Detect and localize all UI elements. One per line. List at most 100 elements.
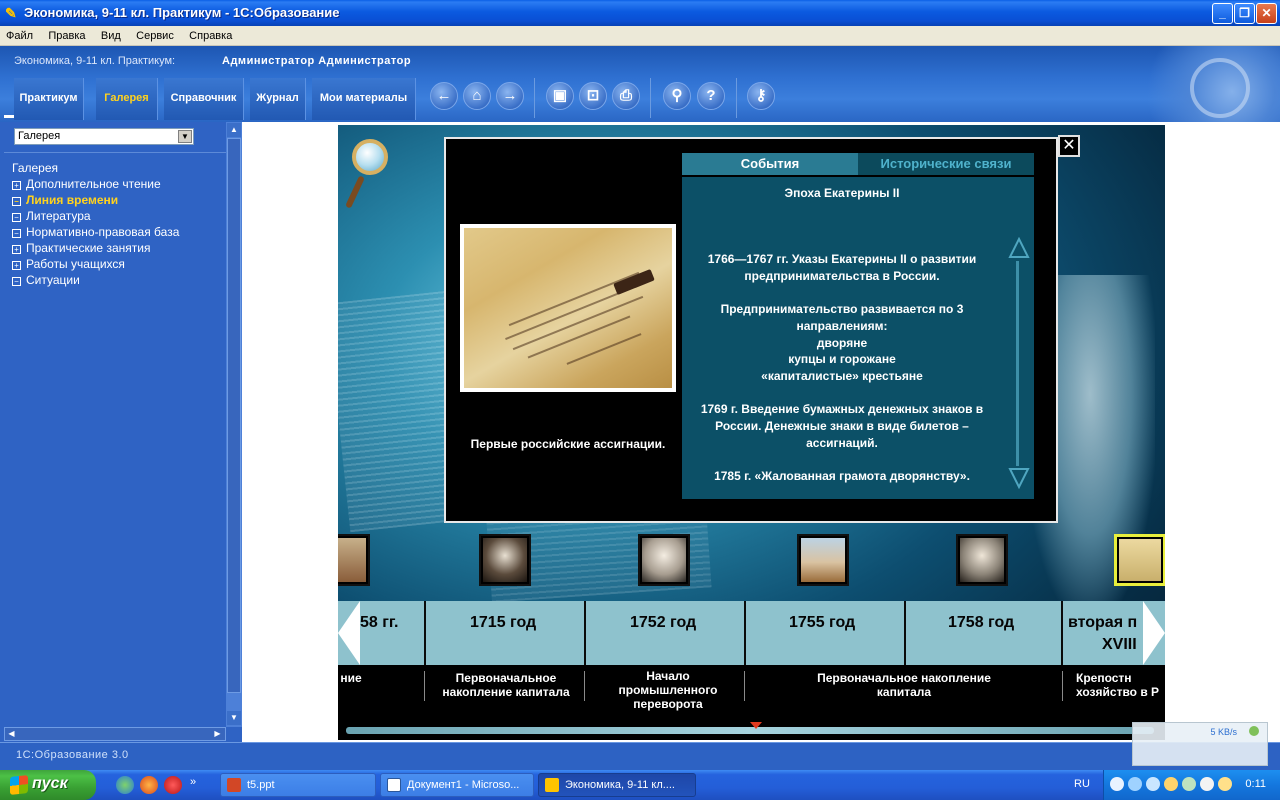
status-bar: 1С:Образование 3.0 xyxy=(0,742,1280,770)
event-text: 1769 г. Введение бумажных денежных знако… xyxy=(700,402,984,450)
taskbar-item-ppt[interactable]: t5.ppt xyxy=(220,773,376,797)
clock[interactable]: 0:11 xyxy=(1245,778,1266,790)
minimize-button[interactable]: _ xyxy=(1212,3,1233,24)
tree-item-legal-base[interactable]: − Нормативно-правовая база xyxy=(12,225,222,241)
scroll-track[interactable] xyxy=(1016,261,1019,466)
scroll-left-icon[interactable]: ◀ xyxy=(5,728,18,740)
language-indicator[interactable]: RU xyxy=(1074,778,1090,790)
key-icon[interactable]: ⚷ xyxy=(747,82,775,110)
start-button[interactable]: пуск xyxy=(0,770,96,800)
toolbar-divider xyxy=(534,78,535,118)
expand-icon[interactable]: + xyxy=(12,181,21,190)
search-icon[interactable]: ⚲ xyxy=(663,82,691,110)
collapse-icon[interactable]: − xyxy=(12,197,21,206)
section-select[interactable]: Галерея ▼ xyxy=(14,128,194,145)
timeline-period[interactable] xyxy=(1061,601,1141,665)
display-icon[interactable] xyxy=(1146,777,1160,791)
home-icon[interactable]: ⌂ xyxy=(463,82,491,110)
fullscreen-icon[interactable]: ▣ xyxy=(546,82,574,110)
tab-journal[interactable]: Журнал xyxy=(250,78,306,120)
collapse-icon[interactable]: ▬ xyxy=(4,110,16,121)
header-logo xyxy=(1190,58,1250,118)
menu-file[interactable]: Файл xyxy=(0,26,39,42)
print-icon[interactable]: ⎙ xyxy=(612,82,640,110)
opera-icon[interactable] xyxy=(164,776,182,794)
scrollbar-thumb[interactable] xyxy=(227,138,241,693)
timeline-thumbnail[interactable] xyxy=(338,534,370,586)
tab-reference[interactable]: Справочник xyxy=(164,78,244,120)
timeline-thumbnail[interactable] xyxy=(956,534,1008,586)
volume-icon[interactable] xyxy=(1182,777,1196,791)
tab-gallery[interactable]: Галерея xyxy=(96,78,158,120)
timeline-period[interactable] xyxy=(744,601,904,665)
timeline-slider[interactable] xyxy=(338,721,1165,740)
toolbar-divider xyxy=(736,78,737,118)
close-button[interactable]: ✕ xyxy=(1256,3,1277,24)
timeline-year: вторая п xyxy=(1068,614,1138,631)
timeline-thumbnail[interactable] xyxy=(479,534,531,586)
scroll-down-icon[interactable] xyxy=(1008,467,1030,489)
scroll-up-icon[interactable]: ▲ xyxy=(227,123,241,137)
scroll-down-icon[interactable]: ▼ xyxy=(227,711,241,725)
tree-item-literature[interactable]: − Литература xyxy=(12,209,222,225)
tray-expand-icon[interactable] xyxy=(1110,777,1124,791)
chevron-down-icon[interactable]: ▼ xyxy=(178,130,192,143)
menu-edit[interactable]: Правка xyxy=(42,26,91,42)
sidebar-vertical-scrollbar[interactable]: ▲ ▼ xyxy=(226,122,242,727)
tab-events[interactable]: События xyxy=(682,153,858,175)
presentation-icon[interactable]: ⊡ xyxy=(579,82,607,110)
timeline-prev-icon[interactable] xyxy=(338,601,360,665)
collapse-icon[interactable]: − xyxy=(12,213,21,222)
maximize-button[interactable]: ❐ xyxy=(1234,3,1255,24)
collapse-icon[interactable]: − xyxy=(12,229,21,238)
close-icon[interactable]: ✕ xyxy=(1058,135,1080,157)
timeline-next-icon[interactable] xyxy=(1143,601,1165,665)
scroll-up-icon[interactable] xyxy=(1008,237,1030,259)
slider-marker[interactable] xyxy=(750,722,762,729)
image-caption: Первые российские ассигнации. xyxy=(470,437,666,451)
globe-icon[interactable] xyxy=(116,776,134,794)
events-scrollbar[interactable] xyxy=(1008,237,1030,489)
firefox-icon[interactable] xyxy=(140,776,158,794)
event-text: «капиталистые» крестьяне xyxy=(761,369,923,383)
timeline-thumbnail[interactable] xyxy=(638,534,690,586)
epoch-divider xyxy=(424,671,425,701)
menu-service[interactable]: Сервис xyxy=(130,26,180,42)
timeline-thumbnail-selected[interactable] xyxy=(1114,534,1165,586)
timeline-period[interactable] xyxy=(904,601,1064,665)
wifi-icon[interactable] xyxy=(1200,777,1214,791)
tree-item-student-works[interactable]: + Работы учащихся xyxy=(12,257,222,273)
timeline-period[interactable] xyxy=(424,601,584,665)
window-title: Экономика, 9-11 кл. Практикум - 1С:Образ… xyxy=(24,5,340,20)
arrow-left-icon[interactable]: ← xyxy=(430,82,458,110)
menu-help[interactable]: Справка xyxy=(183,26,238,42)
taskbar-item-word[interactable]: Документ1 - Microso... xyxy=(380,773,534,797)
quicklaunch-more-icon[interactable]: » xyxy=(190,776,196,788)
arrow-right-icon[interactable]: → xyxy=(496,82,524,110)
tree-item-situations[interactable]: − Ситуации xyxy=(12,273,222,289)
security-icon[interactable] xyxy=(1164,777,1178,791)
expand-icon[interactable]: + xyxy=(12,245,21,254)
taskbar-item-economics[interactable]: Экономика, 9-11 кл.... xyxy=(538,773,696,797)
magnifier-handle xyxy=(345,175,365,209)
window-titlebar[interactable]: ✎ Экономика, 9-11 кл. Практикум - 1С:Обр… xyxy=(0,0,1280,26)
help-icon[interactable]: ? xyxy=(697,82,725,110)
sidebar-horizontal-scrollbar[interactable]: ◀ ▶ xyxy=(4,727,226,741)
expand-icon[interactable]: + xyxy=(12,261,21,270)
tree-item-practical-lessons[interactable]: + Практические занятия xyxy=(12,241,222,257)
tree-item-timeline[interactable]: − Линия времени xyxy=(12,193,222,209)
tab-practicum[interactable]: Практикум xyxy=(14,78,84,120)
network-icon[interactable] xyxy=(1128,777,1142,791)
epoch-label: Начало промышленного переворота xyxy=(618,669,718,711)
tab-historical-links[interactable]: Исторические связи xyxy=(858,153,1034,175)
tree-item-extra-reading[interactable]: + Дополнительное чтение xyxy=(12,177,222,193)
update-icon[interactable] xyxy=(1218,777,1232,791)
tab-my-materials[interactable]: Мои материалы xyxy=(312,78,416,120)
tree-item-gallery[interactable]: Галерея xyxy=(12,161,222,177)
timeline-period[interactable] xyxy=(584,601,744,665)
magnifier-icon[interactable] xyxy=(352,139,388,175)
timeline-thumbnail[interactable] xyxy=(797,534,849,586)
scroll-right-icon[interactable]: ▶ xyxy=(211,728,224,740)
menu-view[interactable]: Вид xyxy=(95,26,127,42)
collapse-icon[interactable]: − xyxy=(12,277,21,286)
